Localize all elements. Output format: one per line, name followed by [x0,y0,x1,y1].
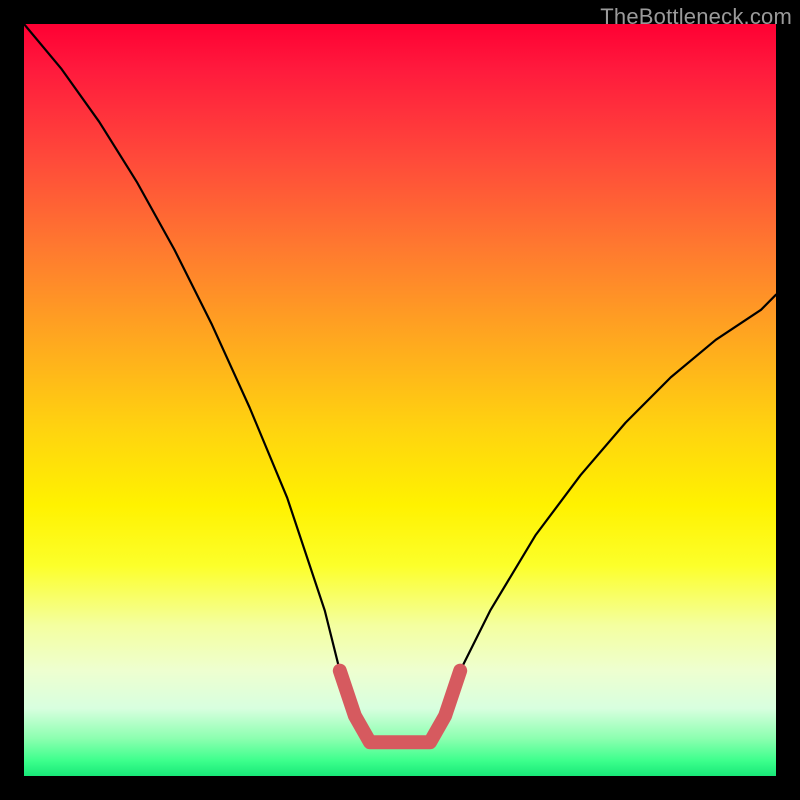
curve-path [24,24,776,746]
curve-layer [24,24,776,776]
watermark-text: TheBottleneck.com [600,4,792,30]
plot-area [24,24,776,776]
highlight-path [340,671,460,743]
bottleneck-curve [24,24,776,746]
optimal-range-highlight [340,671,460,743]
chart-frame: TheBottleneck.com [0,0,800,800]
